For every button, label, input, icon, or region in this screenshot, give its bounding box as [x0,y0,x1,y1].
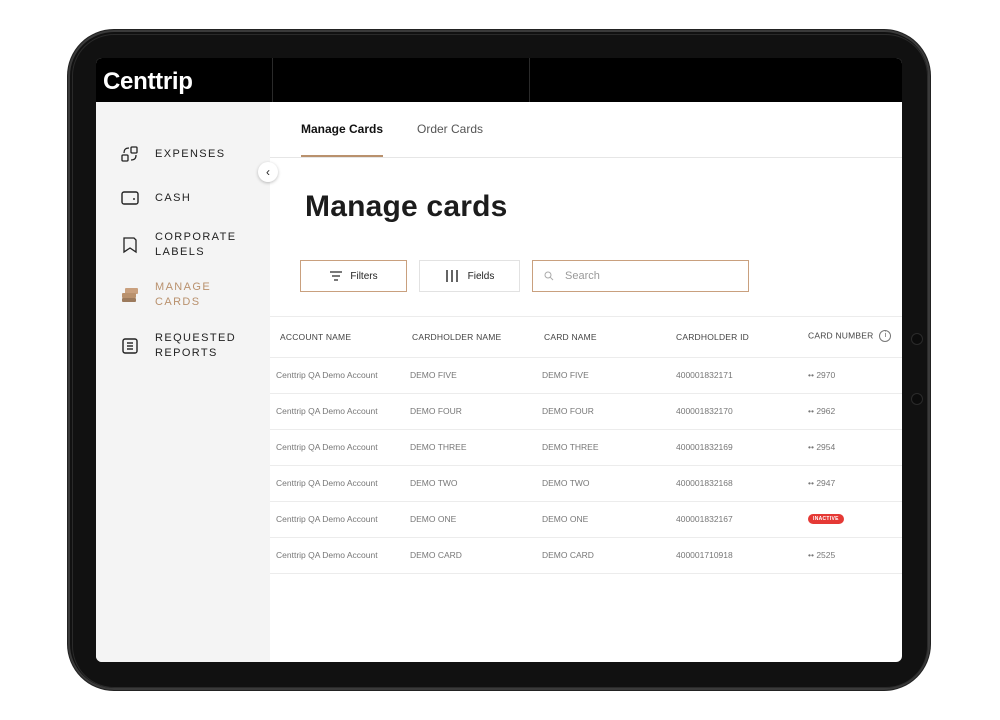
cell-card-name: DEMO THREE [542,442,599,452]
sidebar-item-label: EXPENSES [155,147,226,160]
column-header-card-number[interactable]: CARD NUMBER [808,330,873,340]
app-logo[interactable]: Centtrip [103,68,193,96]
cell-cardholder-name: DEMO ONE [410,514,457,524]
cell-card-number: •• 2947 [808,478,836,488]
page-title: Manage cards [305,190,508,223]
cards-icon [122,288,138,302]
app-screen: Centtrip ‹ EXPENSES CASH CORPORATE LABEL… [96,58,902,662]
cell-account: Centtrip QA Demo Account [276,478,378,488]
fields-label: Fields [467,270,495,282]
search-input[interactable]: Search [532,260,749,292]
topbar-divider [529,58,530,102]
table-row[interactable]: Centtrip QA Demo Account DEMO THREE DEMO… [270,430,902,466]
side-sensor [911,393,923,405]
cell-card-number: •• 2525 [808,550,836,560]
table-row[interactable]: Centtrip QA Demo Account DEMO FOUR DEMO … [270,394,902,430]
sidebar-item-label: CASH [155,191,192,204]
side-sensor [911,333,923,345]
sidebar-item-label: CORPORATE [155,231,237,243]
cards-table: ACCOUNT NAME CARDHOLDER NAME CARD NAME C… [270,316,902,574]
column-header-card-number-wrap: CARD NUMBER i [808,330,892,342]
cell-cardholder-id: 400001832167 [676,514,733,524]
cell-account: Centtrip QA Demo Account [276,406,378,416]
sidebar-item-label: CARDS [155,296,201,308]
sidebar-item-label: REPORTS [155,347,218,359]
sidebar-item-requested-reports[interactable]: REQUESTED REPORTS [120,331,236,361]
cell-cardholder-name: DEMO CARD [410,550,462,560]
status-badge: INACTIVE [808,514,844,524]
cell-card-number: •• 2954 [808,442,836,452]
cell-cardholder-id: 400001832171 [676,370,733,380]
column-header-account[interactable]: ACCOUNT NAME [280,332,351,342]
filter-icon [330,271,343,281]
cell-card-name: DEMO CARD [542,550,594,560]
column-header-cardholder-name[interactable]: CARDHOLDER NAME [412,332,501,342]
table-header: ACCOUNT NAME CARDHOLDER NAME CARD NAME C… [270,316,902,358]
column-header-cardholder-id[interactable]: CARDHOLDER ID [676,332,749,342]
table-row[interactable]: Centtrip QA Demo Account DEMO CARD DEMO … [270,538,902,574]
expenses-icon [121,146,138,162]
cell-card-number: •• 2962 [808,406,836,416]
fields-button[interactable]: Fields [419,260,520,292]
tab-bar: Manage Cards Order Cards [270,102,902,158]
info-icon[interactable]: i [879,330,892,342]
cell-account: Centtrip QA Demo Account [276,514,378,524]
cell-card-number: •• 2970 [808,370,836,380]
tab-order-cards[interactable]: Order Cards [417,122,483,136]
cell-card-name: DEMO FOUR [542,406,594,416]
columns-icon [445,270,458,282]
sidebar-item-label: LABELS [155,246,205,258]
sidebar-item-expenses[interactable]: EXPENSES [120,144,226,164]
table-row[interactable]: Centtrip QA Demo Account DEMO ONE DEMO O… [270,502,902,538]
tab-manage-cards[interactable]: Manage Cards [301,122,384,157]
sidebar-item-corporate-labels[interactable]: CORPORATE LABELS [120,230,236,260]
cell-account: Centtrip QA Demo Account [276,370,378,380]
cell-account: Centtrip QA Demo Account [276,442,378,452]
sidebar-item-cash[interactable]: CASH [120,188,191,208]
label-icon [123,237,137,254]
sidebar [96,102,270,662]
report-icon [122,338,138,354]
cell-cardholder-name: DEMO FIVE [410,370,457,380]
cell-card-name: DEMO FIVE [542,370,589,380]
cell-cardholder-name: DEMO FOUR [410,406,462,416]
cell-account: Centtrip QA Demo Account [276,550,378,560]
topbar-divider [272,58,273,102]
sidebar-item-manage-cards[interactable]: MANAGE CARDS [120,280,211,310]
wallet-icon [121,191,139,205]
table-row[interactable]: Centtrip QA Demo Account DEMO TWO DEMO T… [270,466,902,502]
top-bar: Centtrip [96,58,902,102]
search-icon [544,271,554,281]
cell-card-name: DEMO TWO [542,478,590,488]
cell-cardholder-id: 400001832169 [676,442,733,452]
cell-cardholder-id: 400001710918 [676,550,733,560]
collapse-sidebar-button[interactable]: ‹ [258,162,278,182]
cell-cardholder-name: DEMO TWO [410,478,458,488]
cell-card-name: DEMO ONE [542,514,589,524]
cell-cardholder-name: DEMO THREE [410,442,467,452]
sidebar-item-label: REQUESTED [155,332,237,344]
filters-label: Filters [350,270,378,282]
column-header-card-name[interactable]: CARD NAME [544,332,597,342]
table-row[interactable]: Centtrip QA Demo Account DEMO FIVE DEMO … [270,358,902,394]
cell-cardholder-id: 400001832168 [676,478,733,488]
search-placeholder: Search [565,270,600,282]
cell-cardholder-id: 400001832170 [676,406,733,416]
filters-button[interactable]: Filters [300,260,407,292]
sidebar-item-label: MANAGE [155,281,212,293]
